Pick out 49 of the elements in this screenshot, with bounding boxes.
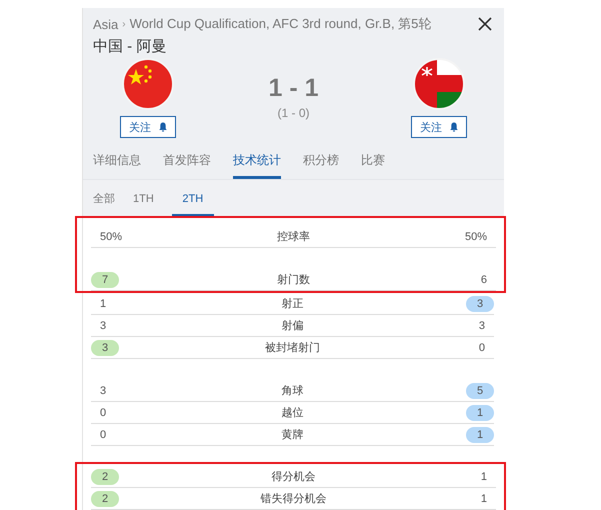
breadcrumb-separator: ›	[122, 18, 126, 30]
bell-icon	[450, 122, 458, 132]
period-tab[interactable]: 全部	[93, 180, 115, 216]
period-tab[interactable]: 1TH	[133, 180, 154, 216]
follow-button[interactable]: 关注	[411, 116, 467, 138]
stat-value: 3	[466, 296, 494, 312]
stat-label: 黄牌	[282, 428, 304, 442]
stat-label: 射门数	[277, 272, 310, 287]
stat-label: 射正	[282, 297, 304, 311]
flag-icon	[122, 58, 174, 110]
stat-value: 7	[91, 272, 119, 288]
stat-value: 50%	[99, 230, 124, 242]
follow-button[interactable]: 关注	[120, 116, 176, 138]
stat-value: 1	[466, 404, 494, 420]
stat-value: 3	[99, 384, 108, 396]
score: 1 - 1	[268, 74, 319, 103]
stat-label: 射偏	[282, 319, 304, 333]
stat-value: 1	[99, 298, 108, 310]
stat-label: 被封堵射门	[265, 340, 320, 355]
breadcrumb-item[interactable]: World Cup Qualification, AFC 3rd round, Gr.B, 第5轮	[130, 15, 432, 33]
match-title: 中国 - 阿曼	[93, 37, 168, 56]
stat-value: 50%	[464, 230, 488, 242]
stat-label: 越位	[282, 406, 304, 420]
stat-value: 3	[478, 320, 486, 332]
stat-value: 1	[480, 470, 488, 482]
stat-value: 1	[466, 426, 494, 442]
stat-value: 3	[99, 320, 108, 332]
stat-label: 得分机会	[272, 470, 316, 484]
period-tab[interactable]: 2TH	[172, 180, 214, 216]
close-icon	[478, 17, 492, 31]
stat-value: 0	[99, 428, 108, 440]
halftime-score: (1 - 0)	[277, 106, 310, 120]
stat-value: 0	[478, 342, 486, 354]
stat-value: 1	[480, 492, 488, 504]
stat-value: 3	[91, 340, 119, 356]
stat-value: 6	[480, 274, 488, 286]
stat-label: 错失得分机会	[260, 492, 326, 506]
tab[interactable]: 积分榜	[303, 144, 339, 179]
tab[interactable]: 详细信息	[93, 144, 141, 179]
stat-value: 0	[99, 406, 108, 418]
stat-value: 5	[466, 382, 494, 398]
breadcrumb-item[interactable]: Asia	[93, 16, 118, 32]
tab[interactable]: 首发阵容	[163, 144, 211, 179]
stat-value: 2	[91, 490, 119, 506]
bell-icon	[159, 122, 167, 132]
stat-value: 2	[91, 468, 119, 484]
tab[interactable]: 比赛	[361, 144, 385, 179]
stat-label: 控球率	[277, 230, 310, 244]
stat-label: 角球	[282, 384, 304, 398]
